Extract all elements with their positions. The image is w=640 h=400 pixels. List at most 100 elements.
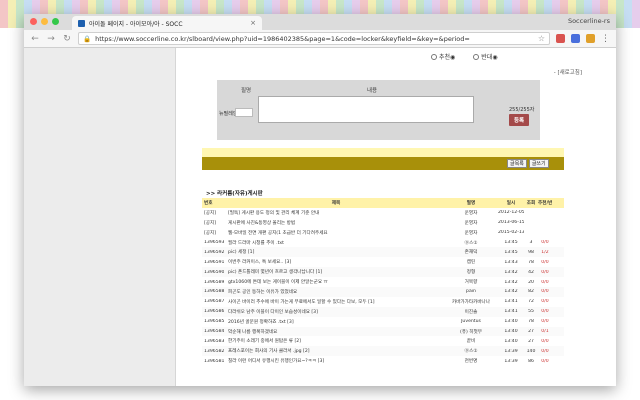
bookmark-star-icon[interactable]: ☆ (538, 34, 545, 43)
table-row[interactable]: 1396586 다라쉬오 남주 이블이 다이인 보습성이네요 [3] 이진솔 13:4… (202, 306, 564, 317)
extension-red-icon[interactable] (556, 34, 565, 43)
reload-icon[interactable]: ↻ (62, 34, 72, 44)
table-row[interactable]: [공지] [필독] 게시판 용도 정의 및 관리 체계 기준 안내 운영자 2012-… (202, 207, 564, 218)
table-row[interactable]: 1396583 한기주이 소래기 중에서 원탑은 류 [2] 끝비 13:40 27 0/… (202, 336, 564, 346)
post-author[interactable]: pain (444, 289, 498, 294)
tab-close-icon[interactable]: × (250, 19, 256, 27)
post-author[interactable]: 끝비 (444, 338, 498, 344)
browser-menu-icon[interactable]: ⋮ (601, 34, 610, 44)
post-views: 78 (528, 259, 534, 265)
post-date: 2013-06-15 (498, 220, 524, 226)
post-number: 1396592 (204, 249, 224, 255)
post-title-link[interactable]: 사이곤 바이러 추수에 바이 가는게 무료에서도 일할 수 있다는 다보, 모두… (224, 299, 444, 305)
back-icon[interactable]: ← (30, 34, 40, 44)
col-content-header: 내용 (367, 88, 378, 94)
post-title-link[interactable]: 프레스포이는 회사의 기사 클라서 .jpg [2] (224, 348, 444, 354)
post-author[interactable]: 카바가가타카바나나 (444, 299, 498, 305)
post-title-link[interactable]: 다라쉬오 남주 이블이 다이인 보습성이네요 [3] (224, 309, 444, 315)
header-author: 필명 (466, 200, 476, 206)
post-date: 13:40 (504, 319, 518, 325)
table-row[interactable]: 1396591 이번주 라커이스, 특 보세요.. [3] 캡틴 13:43 78 0/0 (202, 257, 564, 267)
post-author[interactable]: ⓪스① (444, 240, 498, 246)
post-title-link[interactable]: 2016년 골문원 정확하죠 .txt [3] (224, 319, 444, 325)
post-title-link[interactable]: 피곤도 공인 동하는 이유가 있었네요 (224, 289, 444, 295)
table-row[interactable]: 1396588 피곤도 공인 동하는 이유가 있었네요 pain 13:42 82 0/0 (202, 287, 564, 297)
col-name-header: 필명 (241, 88, 252, 94)
post-recommend: 0/0 (541, 289, 549, 295)
vote-up[interactable]: 추천◉ (431, 52, 455, 61)
table-row[interactable]: 1396582 프레스포이는 회사의 기사 클라서 .jpg [2] ⓪스① 13:3… (202, 346, 564, 357)
post-author[interactable]: 캡틴 (444, 259, 498, 265)
refresh-link[interactable]: - [새로고침] (554, 68, 582, 76)
forward-icon[interactable]: → (46, 34, 56, 44)
post-title-link[interactable]: 웹-모바일 전면 개편 공지(1 초급반 더 기다려주세요 (224, 230, 444, 236)
table-row[interactable]: 1396587 사이곤 바이러 추수에 바이 가는게 무료에서도 일할 수 있다는… (202, 297, 564, 307)
post-author[interactable]: 정형 (444, 269, 498, 275)
post-title-link[interactable]: 필라 드라마 시청률 추이 .txt (224, 240, 444, 246)
post-title-link[interactable]: 칠라 이런 어디서 유행시킨 유행인가요~?ㅋㅋ [3] (224, 358, 444, 364)
minimize-window-button[interactable] (41, 18, 48, 25)
post-title-link[interactable]: 한기주이 소래기 중에서 원탑은 류 [2] (224, 338, 444, 344)
browser-tab[interactable]: 아이돌 페이지 - 아이모아/아 - SOCC × (72, 16, 262, 30)
table-row[interactable]: 1396581 칠라 이런 어디서 유행시킨 유행인가요~?ㅋㅋ [3] 천번명 13… (202, 356, 564, 366)
write-button[interactable]: 글쓰기 (528, 159, 549, 168)
table-row[interactable]: 1396593 필라 드라마 시청률 추이 .txt ⓪스① 13:45 3 0/0 (202, 238, 564, 248)
close-window-button[interactable] (30, 18, 37, 25)
post-recommend: 0/0 (541, 240, 549, 245)
url-text: https://www.soccerline.co.kr/slboard/vie… (95, 34, 470, 43)
extension-blue-icon[interactable] (571, 34, 580, 43)
post-views: 98 (528, 249, 534, 255)
post-author[interactable]: 이진솔 (444, 309, 498, 315)
main-area: 추천◉ 반대◉ - [새로고침] 필명 내용 뉴필레인 255/255자 등록 (176, 48, 616, 386)
post-author[interactable]: 천번명 (444, 358, 498, 364)
table-row[interactable]: 1396585 2016년 골문원 정확하죠 .txt [3] Juventus 13… (202, 317, 564, 327)
comment-form: 필명 내용 뉴필레인 255/255자 등록 (217, 80, 540, 140)
post-date: 13:40 (504, 338, 518, 344)
vote-down-radio[interactable] (473, 53, 480, 60)
post-title-link[interactable]: 게시판에 사진&동영상 올리는 방법 (224, 220, 444, 226)
post-author[interactable]: 운영자 (444, 220, 498, 226)
post-title-link[interactable]: 이번주 라커이스, 특 보세요.. [3] (224, 259, 444, 265)
table-row[interactable]: 1396589 gtx1060에 튼데 보는 게이블이 이제 안알는군요 ㅠ 거북향… (202, 277, 564, 287)
post-number: 1396585 (204, 319, 224, 325)
post-author[interactable]: (퓨) 히첫무 (444, 329, 498, 335)
table-row[interactable]: [공지] 게시판에 사진&동영상 올리는 방법 운영자 2013-06-15 (202, 217, 564, 228)
table-row[interactable]: 1396590 pic) 폰드톨레미 몇년이 흐르고 생각나납니다 [1] 정형 13… (202, 267, 564, 278)
extension-orange-icon[interactable] (586, 34, 595, 43)
post-number: 1396582 (204, 348, 224, 354)
post-views: 72 (528, 299, 534, 305)
post-title-link[interactable]: pic) 폰드톨레미 몇년이 흐르고 생각나납니다 [1] (224, 269, 444, 275)
post-author[interactable]: 운영자 (444, 230, 498, 236)
post-number: [공지] (204, 220, 217, 226)
profile-name[interactable]: Soccerline-rs (568, 17, 610, 25)
post-title-link[interactable]: 악순해 나름 행복하겠네요 (224, 329, 444, 335)
header-views: 조회 (526, 200, 536, 206)
table-row[interactable]: [공지] 웹-모바일 전면 개편 공지(1 초급반 더 기다려주세요 운영자 2015… (202, 227, 564, 238)
address-bar[interactable]: 🔒 https://www.soccerline.co.kr/slboard/v… (78, 32, 550, 45)
post-title-link[interactable]: pic) 세정 [1] (224, 249, 444, 255)
post-views: 20 (528, 279, 534, 285)
comment-submit-button[interactable]: 등록 (509, 114, 529, 126)
table-row[interactable]: 1396584 악순해 나름 행복하겠네요 (퓨) 히첫무 13:40 27 0/1 (202, 326, 564, 337)
char-count: 255/255자 (509, 107, 535, 113)
vote-up-radio[interactable] (431, 53, 437, 60)
post-number: 1396589 (204, 279, 224, 285)
post-list-header: 번호 제목 필명 일시 조회 추천/반추 (202, 198, 564, 208)
post-author[interactable]: 운영자 (444, 210, 498, 216)
post-author[interactable]: 존재덕 (444, 249, 498, 255)
post-title-link[interactable]: gtx1060에 튼데 보는 게이블이 이제 안알는군요 ㅠ (224, 279, 444, 285)
maximize-window-button[interactable] (52, 18, 59, 25)
post-number: 1396591 (204, 259, 224, 265)
table-row[interactable]: 1396592 pic) 세정 [1] 존재덕 13:45 98 1/2 (202, 247, 564, 258)
list-button[interactable]: 글목록 (507, 159, 527, 168)
comment-name-input[interactable] (235, 108, 253, 117)
post-date: 13:41 (504, 309, 518, 315)
post-author[interactable]: Juventus (444, 319, 498, 324)
post-recommend: 0/0 (541, 358, 549, 364)
header-title: 제목 (331, 200, 341, 206)
vote-down[interactable]: 반대◉ (473, 52, 498, 61)
post-title-link[interactable]: [필독] 게시판 용도 정의 및 관리 체계 기준 안내 (224, 210, 444, 216)
post-author[interactable]: 거북향 (444, 279, 498, 285)
post-author[interactable]: ⓪스① (444, 348, 498, 354)
comment-textarea[interactable] (258, 96, 474, 123)
